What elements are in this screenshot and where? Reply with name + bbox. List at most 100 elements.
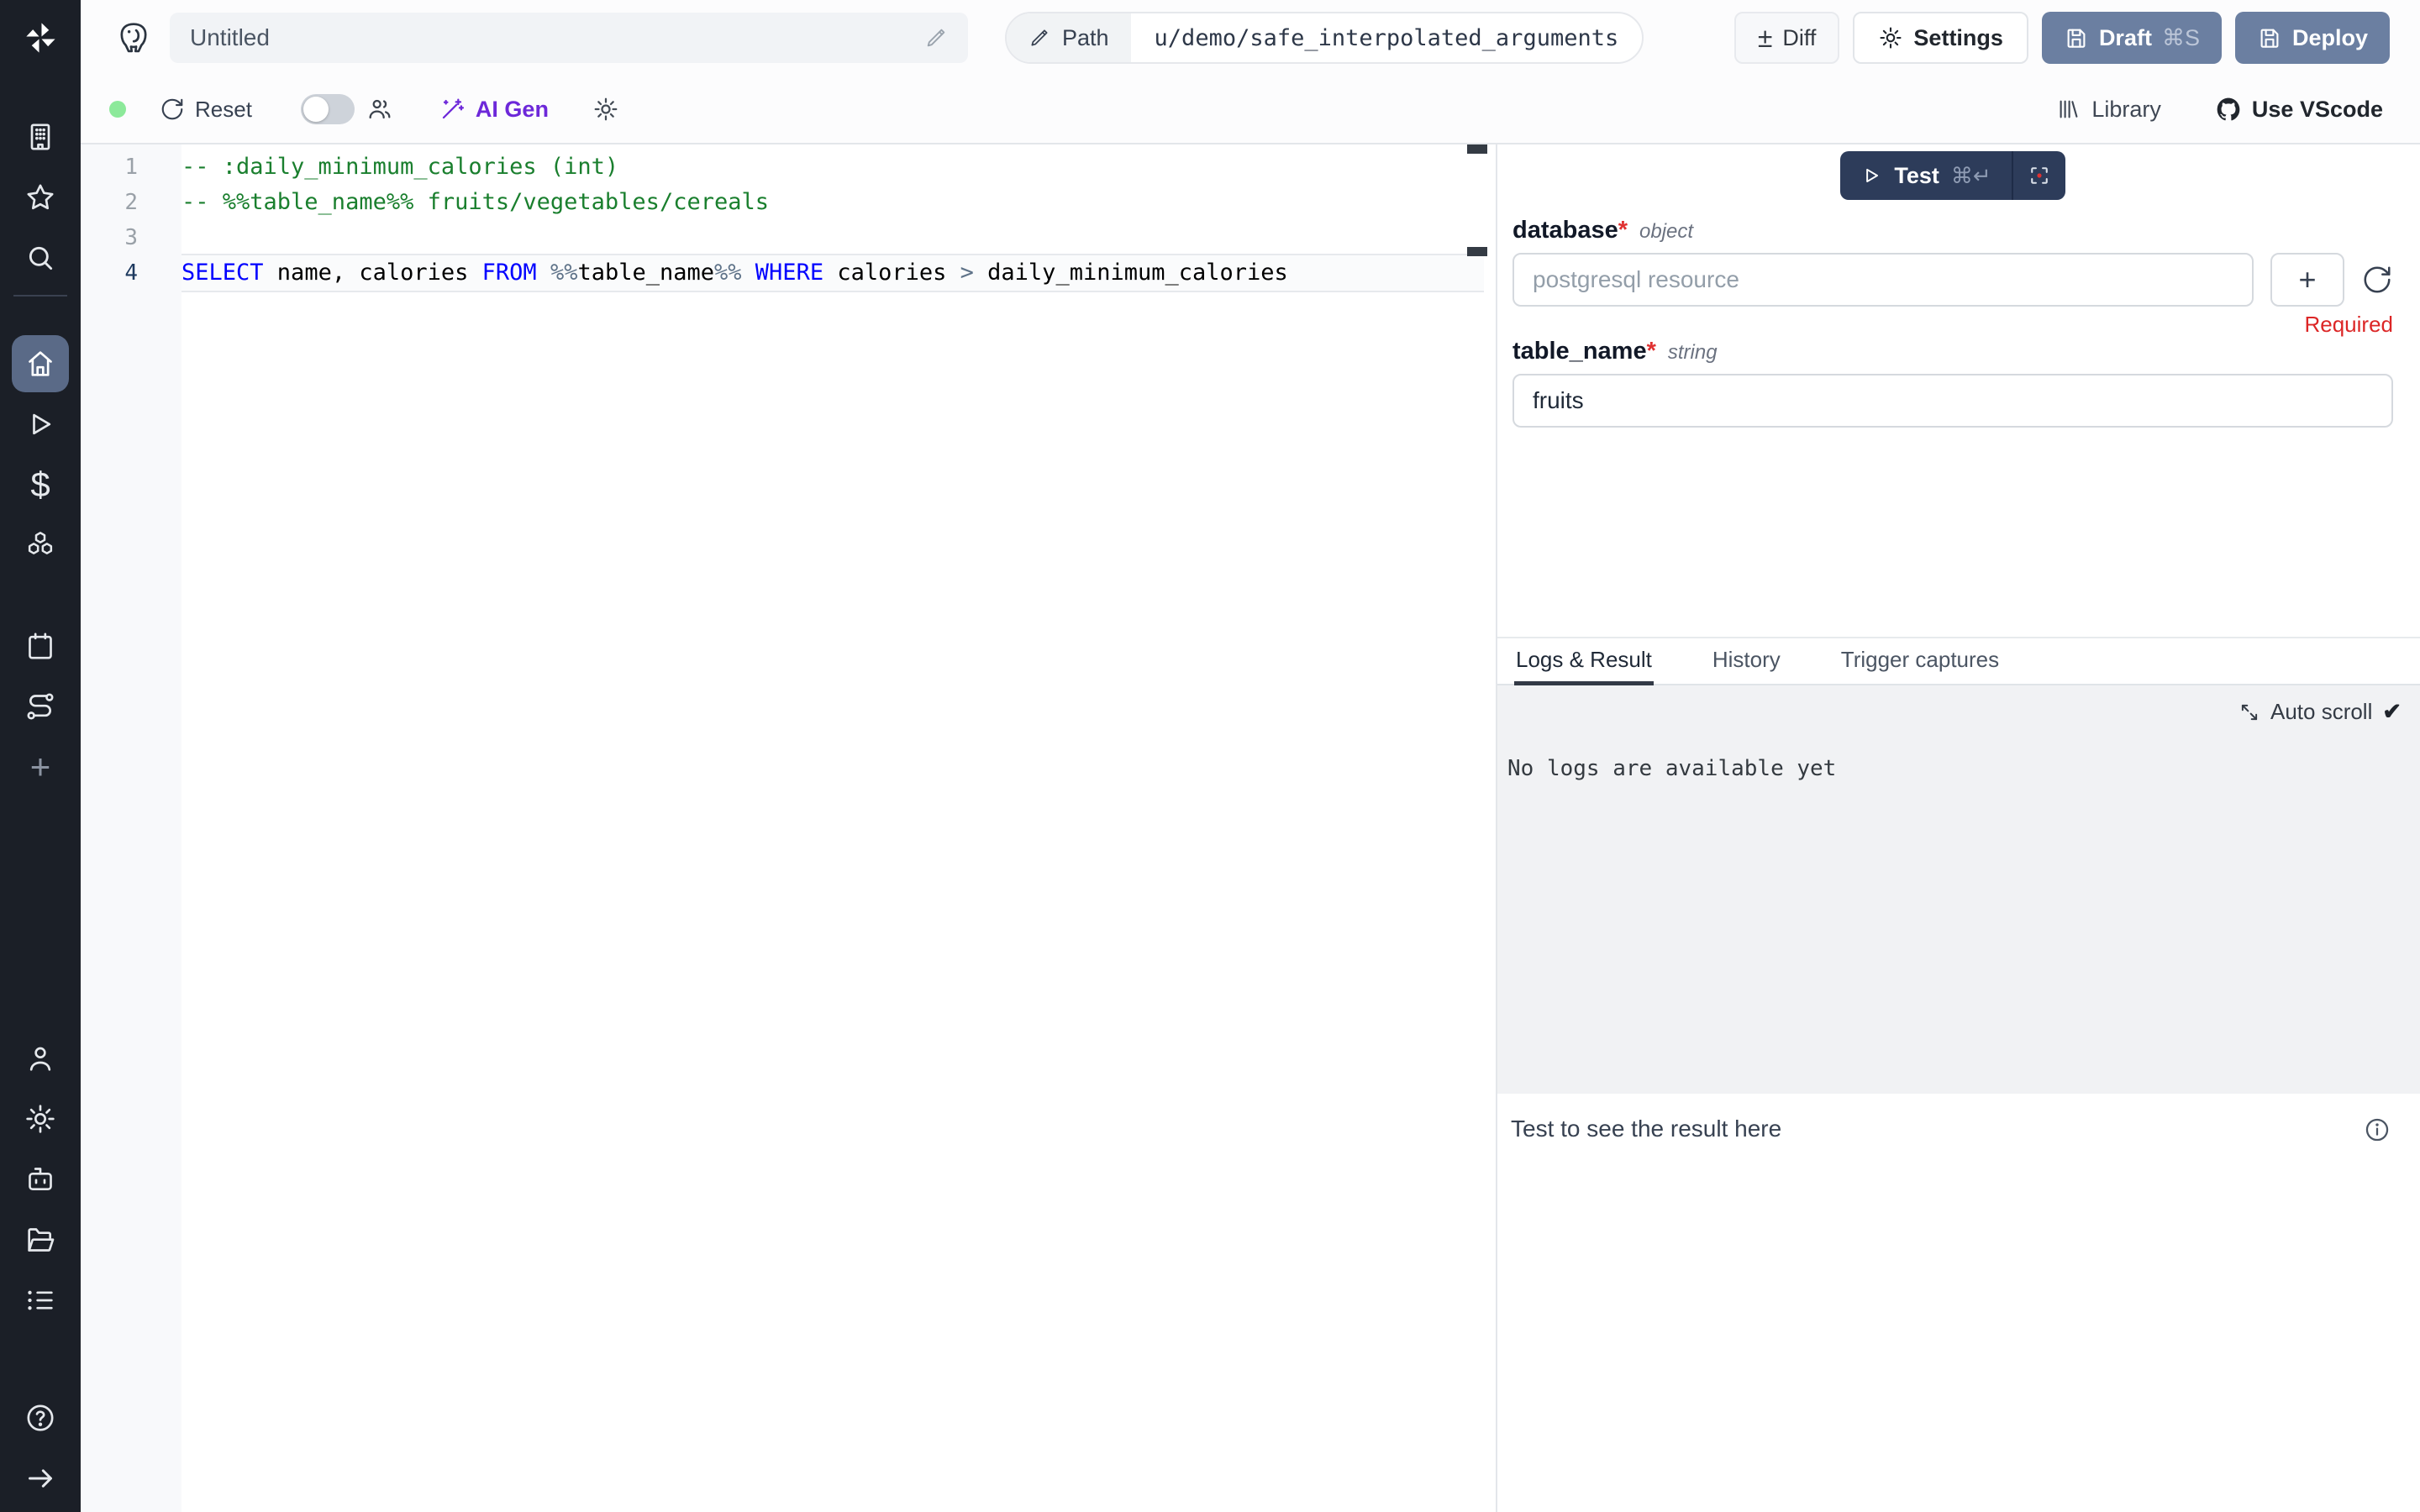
refresh-icon xyxy=(160,97,185,122)
settings-label: Settings xyxy=(1913,25,2003,51)
auto-scroll-toggle[interactable]: Auto scroll ✔ xyxy=(2238,699,2402,725)
sidebar-item-folders[interactable] xyxy=(0,1210,81,1270)
draft-shortcut: ⌘S xyxy=(2162,25,2200,51)
route-icon xyxy=(24,690,57,723)
path-editor[interactable]: Path u/demo/safe_interpolated_arguments xyxy=(1005,12,1644,64)
sql-comment: -- %%table_name%% fruits/vegetables/cere… xyxy=(182,189,769,215)
help-circle-icon xyxy=(24,1401,57,1435)
magic-wand-icon xyxy=(439,96,466,123)
sidebar-item-variables[interactable]: $ xyxy=(0,454,81,515)
expand-arrows-icon[interactable] xyxy=(2238,701,2260,723)
diff-plus-minus-icon: ± xyxy=(1758,24,1773,51)
sidebar-item-favorites[interactable] xyxy=(0,167,81,228)
diff-label: Diff xyxy=(1782,25,1816,51)
diff-button[interactable]: ± Diff xyxy=(1734,12,1840,64)
sidebar-item-users[interactable] xyxy=(0,1028,81,1089)
sidebar: $ + xyxy=(0,0,81,1512)
library-shelf-icon xyxy=(2056,97,2081,122)
field-type: string xyxy=(1668,341,1718,365)
test-button[interactable]: Test ⌘↵ xyxy=(1840,151,2011,200)
refresh-resource-button[interactable] xyxy=(2361,264,2393,296)
draft-button[interactable]: Draft ⌘S xyxy=(2042,12,2222,64)
tab-label: Trigger captures xyxy=(1841,647,1999,673)
sql-comment: -- :daily_minimum_calories (int) xyxy=(182,154,618,180)
sidebar-item-search[interactable] xyxy=(0,228,81,288)
use-vscode-button[interactable]: Use VScode xyxy=(2215,96,2383,123)
sidebar-item-add[interactable]: + xyxy=(0,737,81,797)
validation-message: Required xyxy=(1512,312,2393,338)
capture-scan-icon xyxy=(2028,164,2051,187)
info-circle-icon[interactable] xyxy=(2363,1116,2391,1144)
code-editor[interactable]: 1 -- :daily_minimum_calories (int) 2 -- … xyxy=(81,144,1496,1512)
editor-toolbar: Reset AI Gen Librar xyxy=(81,76,2420,144)
editor-settings-gear-icon[interactable] xyxy=(592,96,619,123)
pencil-icon[interactable] xyxy=(924,26,948,50)
ai-gen-button[interactable]: AI Gen xyxy=(439,96,549,123)
required-asterisk: * xyxy=(1647,338,1656,365)
line-number: 1 xyxy=(81,150,182,185)
field-type: object xyxy=(1639,220,1693,244)
code-line-current[interactable]: 4 SELECT name, calories FROM %%table_nam… xyxy=(81,255,1496,291)
deploy-label: Deploy xyxy=(2292,25,2368,51)
add-resource-button[interactable]: + xyxy=(2270,253,2344,307)
bot-icon xyxy=(24,1163,57,1196)
collaboration-toggle[interactable] xyxy=(301,94,355,124)
pencil-icon xyxy=(1028,27,1050,49)
sidebar-item-runs[interactable] xyxy=(0,394,81,454)
script-title-box[interactable] xyxy=(170,13,968,63)
result-hint: Test to see the result here xyxy=(1511,1116,1781,1142)
sidebar-item-settings[interactable] xyxy=(0,1089,81,1149)
path-edit-section[interactable]: Path xyxy=(1007,13,1131,62)
tab-history[interactable]: History xyxy=(1711,638,1782,685)
plus-icon: + xyxy=(30,749,51,785)
sidebar-item-help[interactable] xyxy=(0,1388,81,1448)
run-panel: Test ⌘↵ database * o xyxy=(1496,144,2420,1512)
reset-button[interactable]: Reset xyxy=(160,97,252,123)
test-label: Test xyxy=(1894,163,1939,189)
line-number: 4 xyxy=(81,255,182,291)
test-shortcut: ⌘↵ xyxy=(1951,163,1991,189)
sidebar-item-workspace[interactable] xyxy=(0,107,81,167)
active-item-highlight xyxy=(12,335,69,392)
database-resource-input[interactable] xyxy=(1512,253,2254,307)
gear-icon xyxy=(24,1102,57,1136)
code-line[interactable]: 3 xyxy=(81,220,1496,255)
test-button-group: Test ⌘↵ xyxy=(1840,151,2065,200)
github-octocat-icon xyxy=(2215,96,2242,123)
auto-scroll-label: Auto scroll xyxy=(2270,699,2372,725)
path-label: Path xyxy=(1062,25,1109,51)
required-asterisk: * xyxy=(1618,217,1628,244)
tab-logs-result[interactable]: Logs & Result xyxy=(1514,638,1654,685)
dollar-icon: $ xyxy=(30,467,50,502)
code-line[interactable]: 1 -- :daily_minimum_calories (int) xyxy=(81,150,1496,185)
search-icon xyxy=(24,241,57,275)
sidebar-item-triggers[interactable] xyxy=(0,676,81,737)
folder-open-icon xyxy=(24,1223,57,1257)
cubes-icon xyxy=(24,528,57,562)
save-floppy-icon xyxy=(2064,25,2089,50)
script-title-input[interactable] xyxy=(190,24,924,51)
code-line[interactable]: 2 -- %%table_name%% fruits/vegetables/ce… xyxy=(81,185,1496,220)
sidebar-item-schedules[interactable] xyxy=(0,616,81,676)
windmill-logo[interactable] xyxy=(0,0,81,76)
settings-button[interactable]: Settings xyxy=(1853,12,2028,64)
library-button[interactable]: Library xyxy=(2056,97,2161,123)
sql-statement[interactable]: SELECT name, calories FROM %%table_name%… xyxy=(182,255,1484,291)
table-name-input[interactable] xyxy=(1512,374,2393,428)
field-label-table-name: table_name * string xyxy=(1512,338,2393,365)
sidebar-item-resources[interactable] xyxy=(0,515,81,575)
capture-button[interactable] xyxy=(2013,151,2065,200)
tab-trigger-captures[interactable]: Trigger captures xyxy=(1839,638,2001,685)
play-icon xyxy=(24,407,57,441)
sidebar-item-workers[interactable] xyxy=(0,1149,81,1210)
draft-label: Draft xyxy=(2099,25,2152,51)
deploy-button[interactable]: Deploy xyxy=(2235,12,2390,64)
sidebar-item-home[interactable] xyxy=(0,333,81,394)
library-label: Library xyxy=(2091,97,2161,123)
postgresql-elephant-icon xyxy=(114,18,153,57)
sidebar-collapse-toggle[interactable] xyxy=(0,1448,81,1509)
field-label-database: database * object xyxy=(1512,217,2393,244)
users-icon xyxy=(366,96,393,123)
result-tabs: Logs & Result History Trigger captures xyxy=(1497,637,2420,685)
sidebar-item-audit-logs[interactable] xyxy=(0,1270,81,1331)
